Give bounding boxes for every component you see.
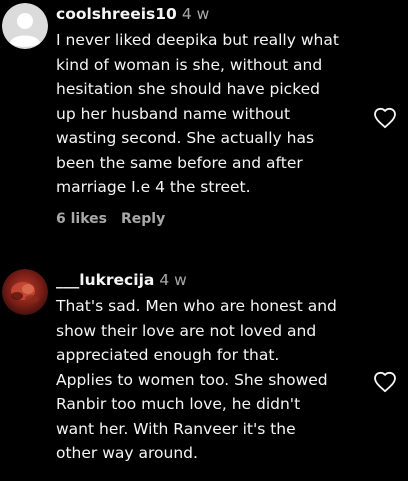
comment-item: coolshreeis10 4 w I never liked deepika b… <box>0 0 408 250</box>
comment-item: ___lukrecija 4 w That's sad. Men who are … <box>0 262 408 481</box>
comment-body: coolshreeis10 4 w I never liked deepika b… <box>56 3 372 227</box>
comment-body: ___lukrecija 4 w That's sad. Men who are … <box>56 269 372 466</box>
default-avatar-icon[interactable] <box>2 3 48 49</box>
comment-time: 4 w <box>181 5 210 23</box>
comment-text: I never liked deepika but really what ki… <box>56 31 339 196</box>
reply-button[interactable]: Reply <box>121 211 165 227</box>
profile-photo-avatar[interactable] <box>2 269 48 315</box>
comment-header: coolshreeis10 4 w <box>56 3 372 25</box>
comment-actions: 6 likes Reply <box>56 211 372 227</box>
heart-outline-icon[interactable] <box>373 371 397 393</box>
comment-header: ___lukrecija 4 w <box>56 269 372 291</box>
heart-outline-icon[interactable] <box>373 107 397 129</box>
comment-text: That's sad. Men who are honest and show … <box>56 297 337 462</box>
likes-count-button[interactable]: 6 likes <box>56 211 107 227</box>
comment-time: 4 w <box>159 271 187 289</box>
comment-username[interactable]: coolshreeis10 <box>56 5 177 23</box>
comment-username[interactable]: ___lukrecija <box>56 271 154 289</box>
